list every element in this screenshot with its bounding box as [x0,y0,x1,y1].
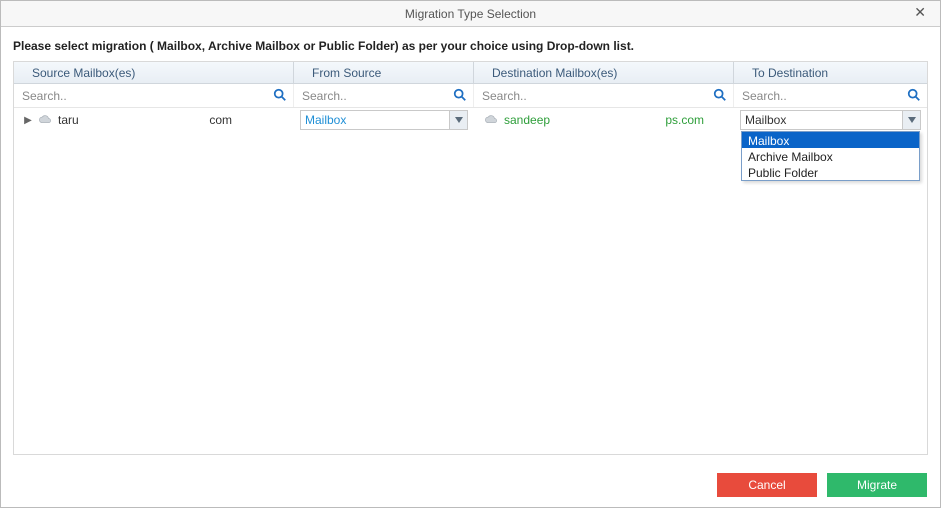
search-source-mailboxes-cell [14,84,294,107]
to-destination-combo[interactable]: Mailbox Mailbox Archive Mailbox Public F… [740,110,921,130]
dropdown-item-mailbox[interactable]: Mailbox [742,132,919,148]
from-source-combo[interactable]: Mailbox [300,110,468,130]
selection-panel: Source Mailbox(es) From Source Destinati… [13,61,928,455]
search-icon[interactable] [713,88,727,102]
source-mailbox-domain: com [209,113,232,127]
search-to-destination-cell [734,84,927,107]
search-source-mailboxes-input[interactable] [18,87,287,105]
close-icon[interactable]: ✕ [908,4,932,21]
expand-icon[interactable]: ▶ [20,115,36,126]
search-row [14,84,927,108]
source-mailbox-name: taru [58,113,79,127]
dropdown-item-archive-mailbox[interactable]: Archive Mailbox [742,148,919,164]
search-from-source-input[interactable] [298,87,467,105]
col-header-destination-mailboxes: Destination Mailbox(es) [474,62,734,84]
migrate-button[interactable]: Migrate [827,473,927,497]
search-icon[interactable] [273,88,287,102]
to-destination-cell: Mailbox Mailbox Archive Mailbox Public F… [734,108,927,132]
table-row: ▶ taru com Mailbox sandeep ps.com [14,108,927,132]
col-header-to-destination: To Destination [734,62,927,84]
search-from-source-cell [294,84,474,107]
footer: Cancel Migrate [0,462,941,508]
search-icon[interactable] [907,88,921,102]
column-header-row: Source Mailbox(es) From Source Destinati… [14,62,927,84]
cloud-icon [38,115,52,125]
search-icon[interactable] [453,88,467,102]
titlebar: Migration Type Selection ✕ [1,1,940,27]
search-to-destination-input[interactable] [738,87,921,105]
from-source-value: Mailbox [305,113,346,127]
destination-mailbox-domain: ps.com [665,113,704,127]
source-mailbox-cell[interactable]: ▶ taru com [14,108,294,132]
cloud-icon [484,115,498,125]
search-destination-mailboxes-cell [474,84,734,107]
destination-mailbox-name: sandeep [504,113,550,127]
instruction-text: Please select migration ( Mailbox, Archi… [1,27,940,61]
from-source-cell: Mailbox [294,108,474,132]
dropdown-item-public-folder[interactable]: Public Folder [742,164,919,180]
chevron-down-icon[interactable] [449,111,467,129]
to-destination-dropdown: Mailbox Archive Mailbox Public Folder [741,131,920,181]
window-title: Migration Type Selection [405,7,536,21]
search-destination-mailboxes-input[interactable] [478,87,727,105]
chevron-down-icon[interactable] [902,111,920,129]
col-header-from-source: From Source [294,62,474,84]
col-header-source-mailboxes: Source Mailbox(es) [14,62,294,84]
to-destination-value: Mailbox [745,113,786,127]
cancel-button[interactable]: Cancel [717,473,817,497]
destination-mailbox-cell[interactable]: sandeep ps.com [474,108,734,132]
